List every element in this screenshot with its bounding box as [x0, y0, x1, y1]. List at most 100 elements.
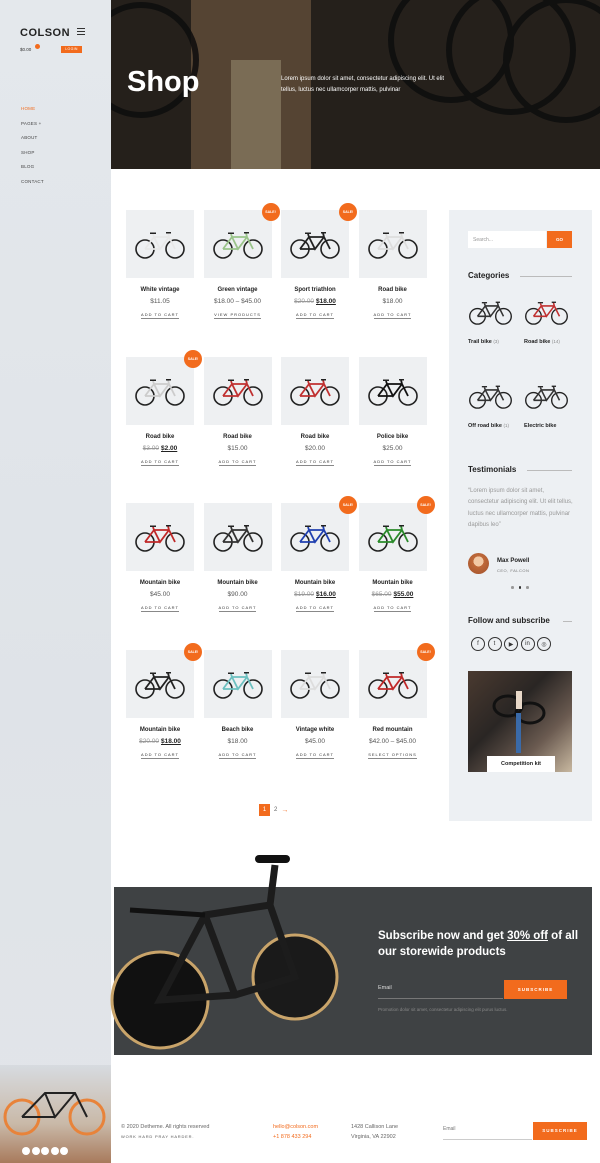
youtube-icon[interactable]	[50, 1147, 59, 1155]
linkedin-icon[interactable]	[60, 1147, 68, 1155]
category-item[interactable]: Trail bike (3)	[468, 289, 513, 345]
add-to-cart-button[interactable]: SELECT OPTIONS	[359, 751, 427, 759]
nav-item[interactable]: HOME	[21, 106, 44, 121]
nav-item[interactable]: BLOG	[21, 164, 44, 179]
product-card[interactable]: Police bike $25.00 ADD TO CART	[358, 356, 427, 466]
product-image[interactable]	[358, 210, 427, 278]
menu-icon[interactable]	[77, 28, 85, 35]
product-card[interactable]: Vintage white $45.00 ADD TO CART	[281, 649, 349, 759]
product-image[interactable]: SALE!	[358, 496, 435, 571]
product-image[interactable]: SALE!	[126, 642, 202, 718]
add-to-cart-button[interactable]: ADD TO CART	[126, 751, 194, 759]
add-to-cart-button[interactable]: ADD TO CART	[126, 605, 194, 612]
product-card[interactable]: SALE! Sport triathlon $20.00 $18.00 ADD T…	[281, 203, 357, 319]
footer-subscribe-button[interactable]: SUBSCRIBE	[533, 1122, 587, 1140]
product-card[interactable]: Road bike $20.00 ADD TO CART	[281, 356, 349, 466]
email-field[interactable]: Email	[378, 981, 503, 999]
product-name[interactable]: White vintage	[126, 287, 194, 293]
product-name[interactable]: Beach bike	[204, 727, 272, 733]
instagram-icon[interactable]	[31, 1147, 40, 1155]
product-card[interactable]: SALE! Mountain bike $20.00 $18.00 ADD TO …	[126, 642, 202, 759]
nav-item[interactable]: SHOP	[21, 150, 44, 165]
product-image[interactable]	[203, 356, 272, 425]
category-item[interactable]: Off road bike (1)	[468, 373, 513, 429]
product-card[interactable]: Road bike $18.00 ADD TO CART	[358, 210, 427, 319]
product-image[interactable]	[203, 503, 272, 571]
add-to-cart-button[interactable]: ADD TO CART	[204, 751, 272, 759]
add-to-cart-button[interactable]: ADD TO CART	[126, 458, 194, 466]
product-name[interactable]: Road bike	[359, 287, 427, 293]
nav-item[interactable]: PAGES +	[21, 121, 44, 136]
category-image[interactable]	[468, 373, 513, 418]
product-image[interactable]	[203, 649, 272, 718]
product-card[interactable]: White vintage $11.05 ADD TO CART	[126, 210, 194, 319]
promo-banner[interactable]: Competition kit	[468, 671, 572, 772]
product-card[interactable]: Mountain bike $45.00 ADD TO CART	[126, 503, 194, 612]
product-image[interactable]	[126, 503, 194, 571]
category-name[interactable]: Trail bike	[468, 339, 492, 345]
add-to-cart-button[interactable]: ADD TO CART	[281, 458, 349, 466]
add-to-cart-button[interactable]: ADD TO CART	[359, 605, 427, 612]
add-to-cart-button[interactable]: ADD TO CART	[359, 312, 427, 319]
carousel-dot[interactable]	[511, 586, 514, 589]
product-name[interactable]: Red mountain	[359, 727, 427, 733]
product-card[interactable]: SALE! Mountain bike $19.00 $16.00 ADD TO …	[281, 496, 357, 612]
product-image[interactable]: SALE!	[126, 349, 202, 425]
footer-email-link[interactable]: hello@colson.com	[273, 1122, 318, 1132]
product-card[interactable]: SALE! Green vintage $18.00 – $45.00 VIEW…	[203, 203, 280, 319]
search-input[interactable]: Search...	[468, 231, 546, 248]
product-name[interactable]: Mountain bike	[359, 580, 427, 586]
category-name[interactable]: Road bike	[524, 339, 550, 345]
instagram-icon[interactable]: ◎	[537, 637, 551, 651]
login-button[interactable]: LOGIN	[61, 46, 82, 53]
category-item[interactable]: Road bike (14)	[524, 289, 569, 345]
promo-label[interactable]: Competition kit	[487, 756, 555, 772]
product-image[interactable]: SALE!	[358, 642, 435, 718]
search-button[interactable]: GO	[547, 231, 572, 248]
category-item[interactable]: Electric bike	[524, 373, 569, 429]
facebook-icon[interactable]	[22, 1147, 30, 1155]
product-image[interactable]	[281, 356, 349, 425]
product-image[interactable]: SALE!	[281, 203, 357, 278]
next-page-arrow[interactable]: →	[281, 807, 288, 814]
product-image[interactable]	[281, 649, 349, 718]
twitter-icon[interactable]	[41, 1147, 49, 1155]
product-name[interactable]: Mountain bike	[126, 727, 194, 733]
page-1[interactable]: 1	[259, 804, 270, 816]
category-image[interactable]	[468, 289, 513, 334]
product-name[interactable]: Mountain bike	[281, 580, 349, 586]
product-image[interactable]: SALE!	[281, 496, 357, 571]
product-image[interactable]: SALE!	[203, 203, 280, 278]
page-2[interactable]: 2	[274, 807, 277, 813]
carousel-dot[interactable]	[518, 586, 521, 589]
product-name[interactable]: Sport triathlon	[281, 287, 349, 293]
add-to-cart-button[interactable]: ADD TO CART	[281, 312, 349, 319]
footer-phone-link[interactable]: +1 878 433 294	[273, 1132, 318, 1142]
product-name[interactable]: Road bike	[204, 434, 272, 440]
product-card[interactable]: SALE! Mountain bike $65.00 $55.00 ADD TO …	[358, 496, 435, 612]
add-to-cart-button[interactable]: VIEW PRODUCTS	[204, 312, 272, 319]
product-name[interactable]: Vintage white	[281, 727, 349, 733]
product-name[interactable]: Police bike	[359, 434, 427, 440]
linkedin-icon[interactable]: in	[520, 637, 535, 651]
subscribe-button[interactable]: SUBSCRIBE	[504, 980, 567, 999]
add-to-cart-button[interactable]: ADD TO CART	[281, 751, 349, 759]
category-name[interactable]: Off road bike	[468, 423, 502, 429]
product-name[interactable]: Road bike	[281, 434, 349, 440]
facebook-icon[interactable]: f	[471, 637, 485, 651]
nav-item[interactable]: CONTACT	[21, 179, 44, 194]
footer-email-field[interactable]: Email	[443, 1122, 532, 1140]
category-image[interactable]	[524, 289, 569, 334]
product-name[interactable]: Mountain bike	[126, 580, 194, 586]
product-card[interactable]: Beach bike $18.00 ADD TO CART	[203, 649, 272, 759]
cart-total[interactable]: $0.00	[20, 47, 31, 52]
product-card[interactable]: SALE! Red mountain $42.00 – $45.00 SELEC…	[358, 642, 435, 759]
product-card[interactable]: Road bike $15.00 ADD TO CART	[203, 356, 272, 466]
category-name[interactable]: Electric bike	[524, 423, 556, 429]
add-to-cart-button[interactable]: ADD TO CART	[126, 312, 194, 319]
add-to-cart-button[interactable]: ADD TO CART	[281, 605, 349, 612]
product-name[interactable]: Green vintage	[204, 287, 272, 293]
youtube-icon[interactable]: ▶	[504, 637, 518, 651]
logo[interactable]: COLSON	[20, 27, 70, 39]
nav-item[interactable]: ABOUT	[21, 135, 44, 150]
